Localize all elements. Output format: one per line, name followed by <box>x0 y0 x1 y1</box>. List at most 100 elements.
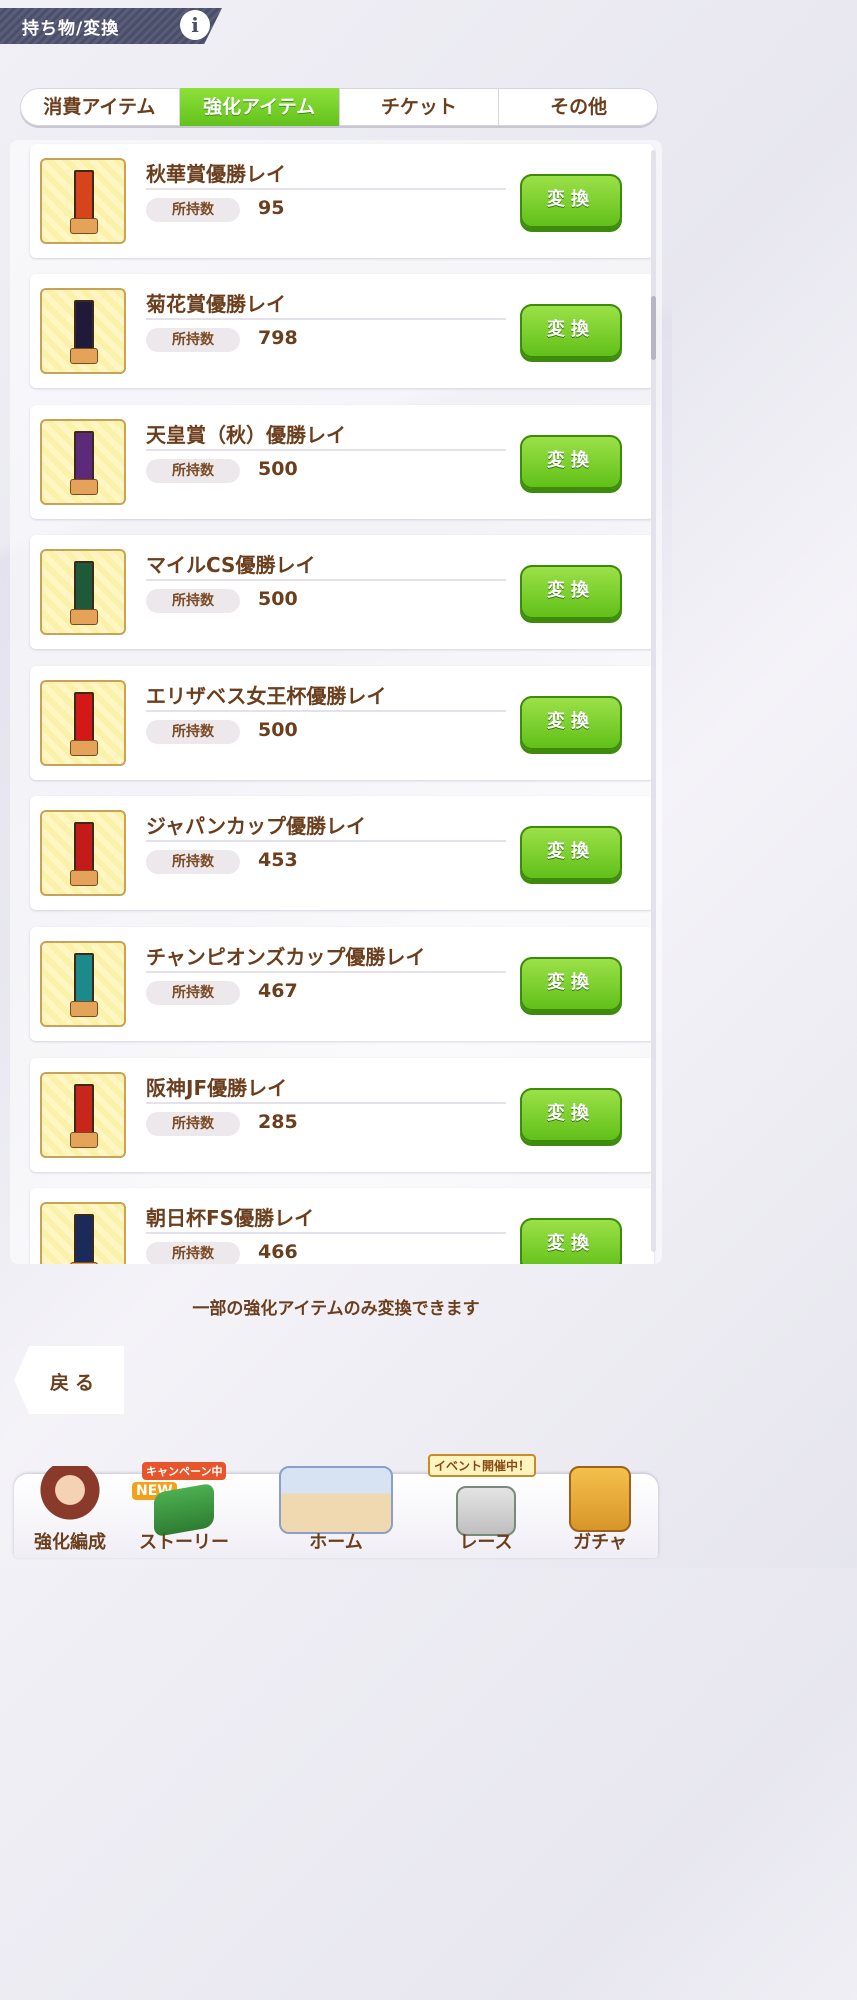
nav-label: 強化編成 <box>34 1532 106 1553</box>
item-name: 朝日杯FS優勝レイ <box>146 1206 315 1230</box>
lei-icon <box>40 419 126 505</box>
tab-enhancement-items[interactable]: 強化アイテム <box>178 88 339 126</box>
owned-count: 500 <box>258 588 298 610</box>
list-item: チャンピオンズカップ優勝レイ 所持数 467 変換 <box>30 927 654 1041</box>
list-item: 秋華賞優勝レイ 所持数 95 変換 <box>30 144 654 258</box>
owned-label: 所持数 <box>146 198 240 222</box>
lei-tail <box>70 740 98 756</box>
divider <box>146 579 506 581</box>
list-item: 朝日杯FS優勝レイ 所持数 466 変換 <box>30 1188 654 1264</box>
convert-button[interactable]: 変換 <box>520 1088 622 1142</box>
item-name: 天皇賞（秋）優勝レイ <box>146 423 346 447</box>
lei-tail <box>70 479 98 495</box>
lei-ribbon <box>74 953 94 1007</box>
owned-count: 500 <box>258 458 298 480</box>
back-button-label[interactable]: 戻る <box>50 1368 100 1395</box>
owned-label: 所持数 <box>146 1112 240 1136</box>
owned-count: 466 <box>258 1241 298 1263</box>
divider <box>146 710 506 712</box>
owned-label: 所持数 <box>146 328 240 352</box>
event-badge: イベント開催中！ <box>428 1454 537 1477</box>
nav-label: ストーリー <box>139 1532 229 1553</box>
item-name: エリザベス女王杯優勝レイ <box>146 684 387 708</box>
item-name: 菊花賞優勝レイ <box>146 292 286 316</box>
campaign-badge: キャンペーン中 <box>142 1462 227 1480</box>
convert-button[interactable]: 変換 <box>520 174 622 228</box>
convert-button[interactable]: 変換 <box>520 1218 622 1264</box>
lei-ribbon <box>74 431 94 485</box>
list-item: 菊花賞優勝レイ 所持数 798 変換 <box>30 274 654 388</box>
lei-icon <box>40 941 126 1027</box>
lei-ribbon <box>74 822 94 876</box>
lei-tail <box>70 348 98 364</box>
school-building-icon <box>279 1466 393 1534</box>
lei-icon <box>40 158 126 244</box>
lei-tail <box>70 1262 98 1264</box>
lei-tail <box>70 870 98 886</box>
list-item: エリザベス女王杯優勝レイ 所持数 500 変換 <box>30 666 654 780</box>
convert-button[interactable]: 変換 <box>520 304 622 358</box>
tab-consumable-items[interactable]: 消費アイテム <box>20 88 179 126</box>
convert-button[interactable]: 変換 <box>520 565 622 619</box>
lei-tail <box>70 1132 98 1148</box>
owned-count: 467 <box>258 980 298 1002</box>
lei-ribbon <box>74 300 94 354</box>
convert-button[interactable]: 変換 <box>520 957 622 1011</box>
divider <box>146 840 506 842</box>
nav-enhance-formation[interactable]: 強化編成 <box>10 1460 130 1560</box>
tab-others[interactable]: その他 <box>498 88 658 126</box>
page-title: 持ち物/変換 <box>22 19 120 39</box>
convert-button[interactable]: 変換 <box>520 826 622 880</box>
lei-icon <box>40 549 126 635</box>
divider <box>146 971 506 973</box>
item-name: ジャパンカップ優勝レイ <box>146 814 366 838</box>
lei-tail <box>70 609 98 625</box>
owned-label: 所持数 <box>146 981 240 1005</box>
nav-label: ガチャ <box>573 1532 627 1553</box>
footer-note: 一部の強化アイテムのみ変換できます <box>192 1299 480 1319</box>
lei-ribbon <box>74 170 94 224</box>
owned-count: 500 <box>258 719 298 741</box>
divider <box>146 449 506 451</box>
lei-icon <box>40 810 126 896</box>
info-icon[interactable]: i <box>180 10 210 40</box>
divider <box>146 318 506 320</box>
list-item: ジャパンカップ優勝レイ 所持数 453 変換 <box>30 796 654 910</box>
lei-tail <box>70 218 98 234</box>
lei-ribbon <box>74 1214 94 1264</box>
nav-home[interactable]: ホーム <box>258 1460 414 1560</box>
category-tabs: 消費アイテム 強化アイテム チケット その他 <box>20 88 658 126</box>
character-icon <box>37 1466 103 1526</box>
divider <box>146 1232 506 1234</box>
lei-icon <box>40 1202 126 1264</box>
lei-icon <box>40 288 126 374</box>
owned-label: 所持数 <box>146 1242 240 1264</box>
divider <box>146 1102 506 1104</box>
owned-label: 所持数 <box>146 589 240 613</box>
item-name: 阪神JF優勝レイ <box>146 1076 288 1100</box>
convert-button[interactable]: 変換 <box>520 435 622 489</box>
gacha-icon <box>569 1466 631 1532</box>
list-item: マイルCS優勝レイ 所持数 500 変換 <box>30 535 654 649</box>
nav-race[interactable]: イベント開催中！ レース <box>426 1454 546 1560</box>
owned-label: 所持数 <box>146 850 240 874</box>
nav-story[interactable]: キャンペーン中 NEW ストーリー <box>124 1460 244 1560</box>
tab-tickets[interactable]: チケット <box>338 88 499 126</box>
divider <box>146 188 506 190</box>
list-item: 天皇賞（秋）優勝レイ 所持数 500 変換 <box>30 405 654 519</box>
lei-icon <box>40 1072 126 1158</box>
convert-button[interactable]: 変換 <box>520 696 622 750</box>
item-name: マイルCS優勝レイ <box>146 553 316 577</box>
owned-count: 95 <box>258 197 285 219</box>
scrollbar-thumb[interactable] <box>651 296 656 360</box>
item-name: 秋華賞優勝レイ <box>146 162 286 186</box>
item-name: チャンピオンズカップ優勝レイ <box>146 945 426 969</box>
owned-count: 453 <box>258 849 298 871</box>
owned-count: 285 <box>258 1111 298 1133</box>
nav-gacha[interactable]: ガチャ <box>540 1460 660 1560</box>
lei-ribbon <box>74 561 94 615</box>
lei-ribbon <box>74 1084 94 1138</box>
owned-label: 所持数 <box>146 720 240 744</box>
lei-tail <box>70 1001 98 1017</box>
item-list[interactable]: 秋華賞優勝レイ 所持数 95 変換 菊花賞優勝レイ 所持数 798 変換 天皇賞… <box>10 140 662 1264</box>
